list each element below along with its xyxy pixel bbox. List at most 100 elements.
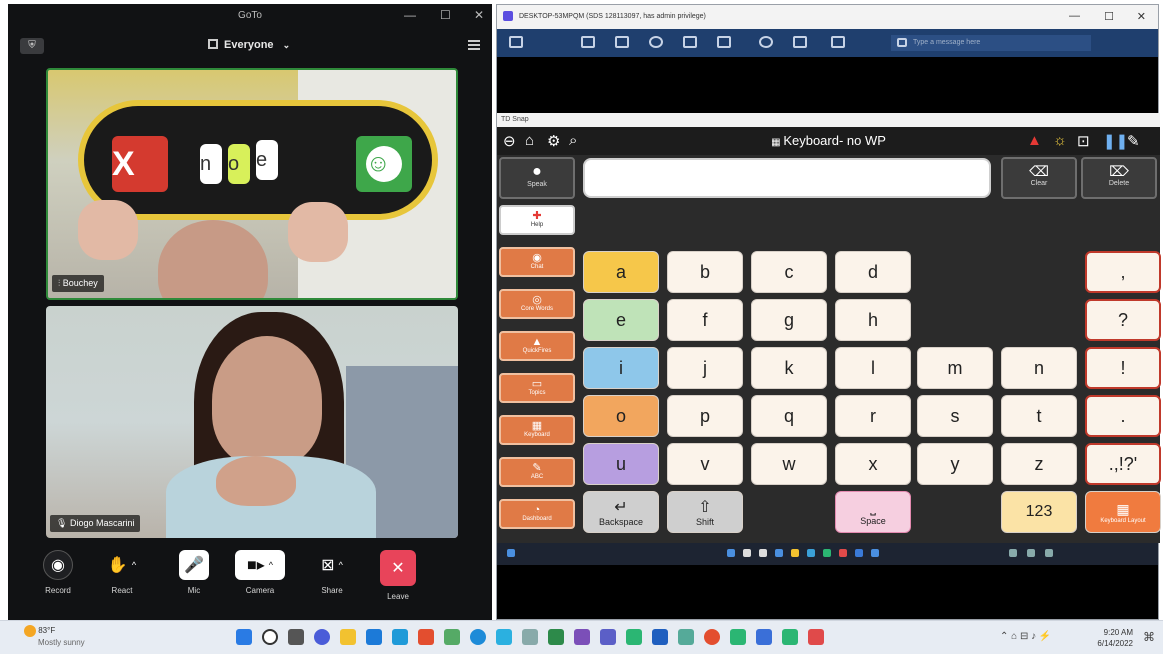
- record-button[interactable]: ◉ Record: [30, 550, 86, 595]
- react-button[interactable]: ✋ ^ React: [94, 550, 150, 595]
- brightness-icon[interactable]: ☼: [1053, 132, 1067, 149]
- edge-icon[interactable]: [470, 629, 486, 645]
- sidebar-item-keyboard[interactable]: ▦ Keyboard: [499, 415, 575, 445]
- app-icon[interactable]: [678, 629, 694, 645]
- edge-icon[interactable]: [807, 549, 815, 557]
- key-j[interactable]: j: [667, 347, 743, 389]
- key-question[interactable]: ?: [1085, 299, 1161, 341]
- key-punctuation[interactable]: .,!?': [1085, 443, 1161, 485]
- key-c[interactable]: c: [751, 251, 827, 293]
- layout-icon[interactable]: [717, 36, 731, 48]
- delete-button[interactable]: ⌦ Delete: [1081, 157, 1157, 199]
- key-w[interactable]: w: [751, 443, 827, 485]
- key-h[interactable]: h: [835, 299, 911, 341]
- share-button[interactable]: ⊠ ^ Share: [304, 550, 360, 595]
- key-exclamation[interactable]: !: [1085, 347, 1161, 389]
- close-icon[interactable]: ✕: [1137, 10, 1146, 23]
- app-icon[interactable]: [496, 629, 512, 645]
- app-icon[interactable]: [626, 629, 642, 645]
- system-clock[interactable]: 9:20 AM 6/14/2022: [1097, 627, 1133, 649]
- app-icon[interactable]: [808, 629, 824, 645]
- key-comma[interactable]: ,: [1085, 251, 1161, 293]
- key-i[interactable]: i: [583, 347, 659, 389]
- app-icon[interactable]: [782, 629, 798, 645]
- app-icon[interactable]: [392, 629, 408, 645]
- tray-icons[interactable]: ⌃ ⌂ ⊟ ♪ ⚡: [1000, 631, 1051, 642]
- settings-icon[interactable]: [759, 36, 773, 48]
- key-q[interactable]: q: [751, 395, 827, 437]
- message-input[interactable]: Type a message here: [891, 35, 1091, 51]
- word-icon[interactable]: [652, 629, 668, 645]
- key-m[interactable]: m: [917, 347, 993, 389]
- edit-icon[interactable]: ✎: [1127, 132, 1140, 150]
- windows-icon[interactable]: [727, 549, 735, 557]
- app-icon[interactable]: [756, 629, 772, 645]
- minimize-icon[interactable]: —: [1069, 10, 1080, 22]
- close-icon[interactable]: ✕: [474, 8, 484, 22]
- windows-start-icon[interactable]: [236, 629, 252, 645]
- app-icon[interactable]: [871, 549, 879, 557]
- pause-icon[interactable]: ❚❚: [1103, 132, 1128, 150]
- key-period[interactable]: .: [1085, 395, 1161, 437]
- backspace-key[interactable]: ↵ Backspace: [583, 491, 659, 533]
- maximize-icon[interactable]: ☐: [440, 8, 451, 22]
- view-icon[interactable]: [649, 36, 663, 48]
- folder-icon[interactable]: [340, 629, 356, 645]
- taskview-icon[interactable]: [288, 629, 304, 645]
- start-icon[interactable]: [507, 549, 515, 557]
- file-icon[interactable]: [793, 36, 807, 48]
- key-b[interactable]: b: [667, 251, 743, 293]
- office-icon[interactable]: [418, 629, 434, 645]
- numbers-key[interactable]: 123: [1001, 491, 1077, 533]
- camera-button[interactable]: ■▸ ^ Camera: [232, 550, 288, 595]
- search-icon[interactable]: [262, 629, 278, 645]
- key-g[interactable]: g: [751, 299, 827, 341]
- search-icon[interactable]: [743, 549, 751, 557]
- key-r[interactable]: r: [835, 395, 911, 437]
- app-icon[interactable]: [839, 549, 847, 557]
- notification-icon[interactable]: ⌘: [1143, 630, 1155, 644]
- monitor-icon[interactable]: [509, 36, 523, 48]
- sidebar-item-abc[interactable]: ✎ ABC: [499, 457, 575, 487]
- key-s[interactable]: s: [917, 395, 993, 437]
- teams-icon[interactable]: [600, 629, 616, 645]
- folder-icon[interactable]: [791, 549, 799, 557]
- copy-icon[interactable]: [581, 36, 595, 48]
- key-y[interactable]: y: [917, 443, 993, 485]
- keyboard-layout-key[interactable]: ▦ Keyboard Layout: [1085, 491, 1161, 533]
- sidebar-item-core-words[interactable]: ◎ Core Words: [499, 289, 575, 319]
- chat-icon[interactable]: [314, 629, 330, 645]
- sidebar-item-dashboard[interactable]: ◔ Dashboard: [499, 499, 575, 529]
- grid-icon[interactable]: [683, 36, 697, 48]
- leave-button[interactable]: ✕ Leave: [370, 550, 426, 601]
- sidebar-item-topics[interactable]: ▭ Topics: [499, 373, 575, 403]
- speak-button[interactable]: ● Speak: [499, 157, 575, 199]
- app-icon[interactable]: [444, 629, 460, 645]
- security-icon[interactable]: ⛨: [20, 38, 44, 54]
- key-a[interactable]: a: [583, 251, 659, 293]
- view-selector[interactable]: Everyone ⌄: [208, 39, 290, 51]
- app-icon[interactable]: [704, 629, 720, 645]
- minimize-icon[interactable]: —: [404, 8, 416, 22]
- key-e[interactable]: e: [583, 299, 659, 341]
- excel-icon[interactable]: [548, 629, 564, 645]
- menu-icon[interactable]: [468, 40, 480, 50]
- warning-icon[interactable]: ▲: [1027, 132, 1042, 149]
- screen-icon[interactable]: [615, 36, 629, 48]
- taskview-icon[interactable]: [759, 549, 767, 557]
- key-t[interactable]: t: [1001, 395, 1077, 437]
- app-icon[interactable]: [730, 629, 746, 645]
- key-l[interactable]: l: [835, 347, 911, 389]
- key-n[interactable]: n: [1001, 347, 1077, 389]
- mic-button[interactable]: 🎤 Mic: [166, 550, 222, 595]
- app-icon[interactable]: [855, 549, 863, 557]
- key-u[interactable]: u: [583, 443, 659, 485]
- message-window[interactable]: [583, 158, 991, 198]
- camera-icon[interactable]: ⊡: [1077, 132, 1090, 150]
- key-o[interactable]: o: [583, 395, 659, 437]
- chrome-icon[interactable]: [823, 549, 831, 557]
- key-k[interactable]: k: [751, 347, 827, 389]
- maximize-icon[interactable]: ☐: [1104, 10, 1114, 23]
- clear-button[interactable]: ⌫ Clear: [1001, 157, 1077, 199]
- onenote-icon[interactable]: [574, 629, 590, 645]
